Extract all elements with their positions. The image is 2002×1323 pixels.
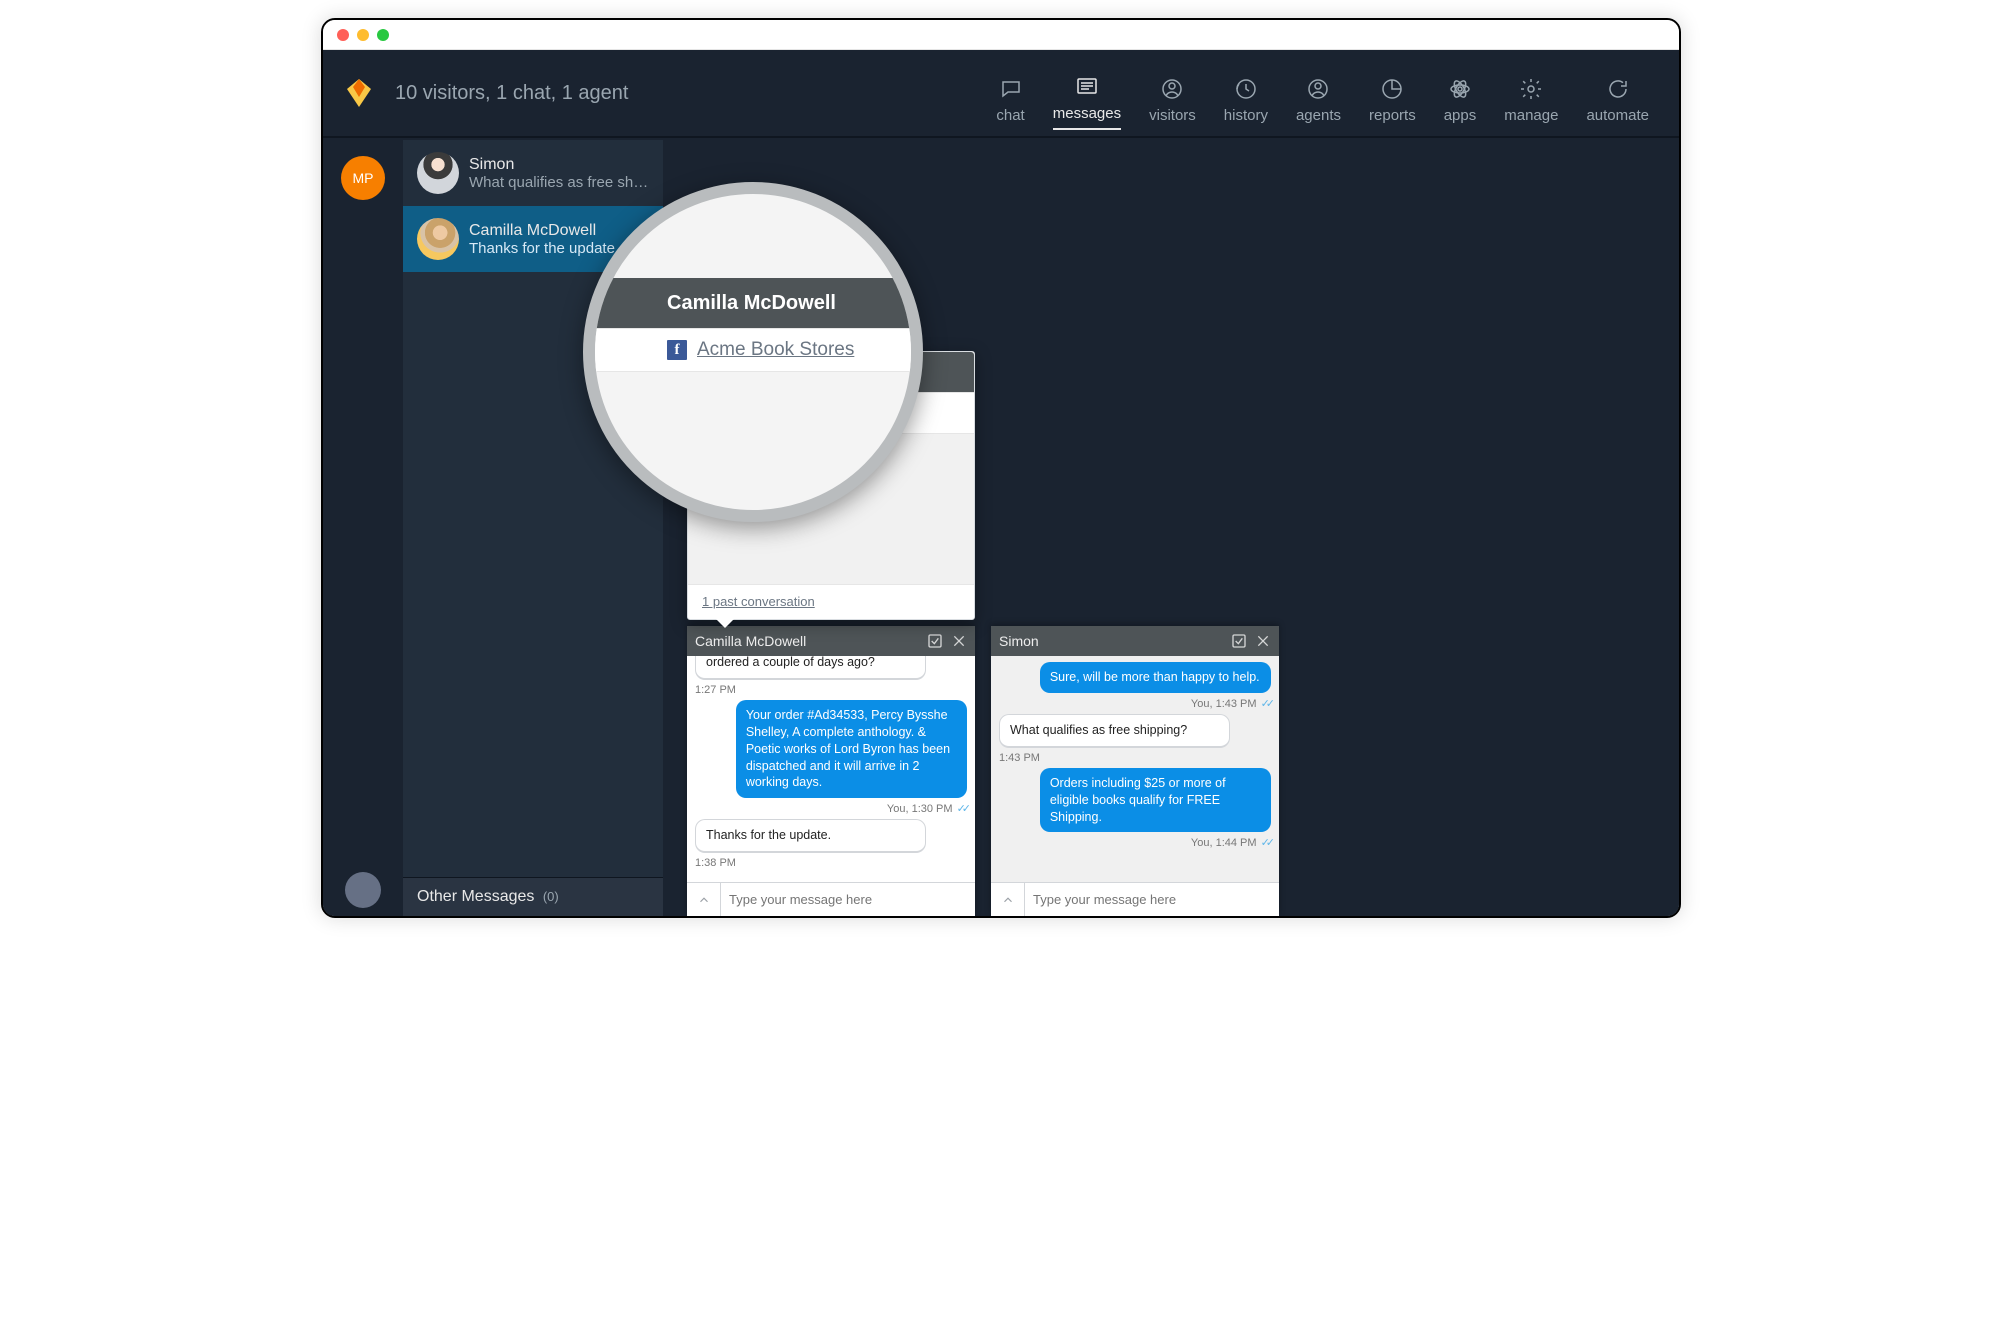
message-sent: Your order #Ad34533, Percy Bysshe Shelle… [736,700,967,798]
nav-history[interactable]: history [1224,77,1268,130]
message-input[interactable] [1025,892,1279,907]
top-nav: chat messages visitors history agents [996,50,1679,136]
message-received: What qualifies as free shipping? [999,714,1230,748]
message-timestamp: 1:27 PM [695,684,967,696]
user-circle-icon [1158,77,1186,101]
close-icon[interactable] [951,633,967,649]
avatar [417,218,459,260]
nav-label: automate [1586,107,1649,124]
conversation-name: Camilla McDowell [469,222,619,240]
status-summary: 10 visitors, 1 chat, 1 agent [395,82,996,105]
nav-label: agents [1296,107,1341,124]
current-agent-badge[interactable]: MP [341,156,385,200]
chat-window-title: Camilla McDowell [695,633,919,649]
visitor-page-link-zoom: Acme Book Stores [697,339,854,361]
nav-label: visitors [1149,107,1196,124]
message-meta: You, 1:30 PM ✓✓ [695,802,967,815]
message-received: Thanks for the update. [695,819,926,853]
resolve-check-icon[interactable] [1231,633,1247,649]
visitor-page-row-zoom: f Acme Book Stores [595,328,911,372]
chat-window-header[interactable]: Camilla McDowell [687,626,975,656]
message-sent: Orders including $25 or more of eligible… [1040,768,1271,833]
expand-input-button[interactable] [991,883,1025,916]
nav-label: manage [1504,107,1558,124]
agent-column: MP [323,140,403,916]
conversation-preview: Thanks for the update. [469,240,619,257]
chat-window-title: Simon [999,633,1223,649]
other-messages-section[interactable]: Other Messages (0) [403,877,663,916]
resolve-check-icon[interactable] [927,633,943,649]
gear-icon [1517,77,1545,101]
app-logo[interactable] [323,77,395,109]
nav-chat[interactable]: chat [996,77,1024,130]
app-window: 10 visitors, 1 chat, 1 agent chat messag… [321,18,1681,918]
conversation-item-simon[interactable]: Simon What qualifies as free sh… [403,140,663,206]
inbox-lines-icon [1073,75,1101,99]
zoom-window-icon[interactable] [377,29,389,41]
read-receipt-icon: ✓✓ [957,803,967,815]
message-meta: You, 1:43 PM ✓✓ [999,697,1271,710]
expand-input-button[interactable] [687,883,721,916]
other-messages-label: Other Messages [417,888,534,905]
other-messages-count: (0) [543,889,559,904]
nav-manage[interactable]: manage [1504,77,1558,130]
agent-headset-icon [1304,77,1332,101]
history-clock-icon [1232,77,1260,101]
read-receipt-icon: ✓✓ [1261,837,1271,849]
chat-window-camilla: Camilla McDowell ordered a couple of day… [687,626,975,916]
agent-avatar-icon[interactable] [345,872,381,908]
app-header: 10 visitors, 1 chat, 1 agent chat messag… [323,50,1679,138]
nav-visitors[interactable]: visitors [1149,77,1196,130]
close-window-icon[interactable] [337,29,349,41]
message-meta: You, 1:44 PM ✓✓ [999,836,1271,849]
avatar [417,152,459,194]
nav-label: apps [1444,107,1477,124]
message-timestamp: 1:38 PM [695,857,967,869]
message-timestamp: You, 1:43 PM [1191,698,1257,710]
message-input[interactable] [721,892,975,907]
nav-agents[interactable]: agents [1296,77,1341,130]
mac-titlebar [323,20,1679,50]
refresh-cycle-icon [1604,77,1632,101]
nav-label: reports [1369,107,1416,124]
zoom-lens: Camilla McDowell f Acme Book Stores [583,182,923,522]
nav-messages[interactable]: messages [1053,75,1121,130]
nav-label: history [1224,107,1268,124]
message-sent: Sure, will be more than happy to help. [1040,662,1271,693]
past-conversation-link[interactable]: 1 past conversation [702,594,815,609]
conversation-name: Simon [469,156,648,174]
nav-label: messages [1053,105,1121,122]
pie-chart-icon [1378,77,1406,101]
message-timestamp: 1:43 PM [999,752,1271,764]
message-timestamp: You, 1:30 PM [887,803,953,815]
visitor-profile-name-zoom: Camilla McDowell [595,278,911,329]
chat-window-simon: Simon Sure, will be more than happy to h… [991,626,1279,916]
minimize-window-icon[interactable] [357,29,369,41]
message-received: ordered a couple of days ago? [695,656,926,680]
conversation-preview: What qualifies as free sh… [469,174,648,191]
message-timestamp: You, 1:44 PM [1191,837,1257,849]
chat-window-header[interactable]: Simon [991,626,1279,656]
read-receipt-icon: ✓✓ [1261,698,1271,710]
nav-apps[interactable]: apps [1444,77,1477,130]
nav-label: chat [996,107,1024,124]
atom-apps-icon [1446,77,1474,101]
chat-bubble-icon [997,77,1025,101]
facebook-icon: f [667,340,687,360]
nav-reports[interactable]: reports [1369,77,1416,130]
nav-automate[interactable]: automate [1586,77,1649,130]
close-icon[interactable] [1255,633,1271,649]
